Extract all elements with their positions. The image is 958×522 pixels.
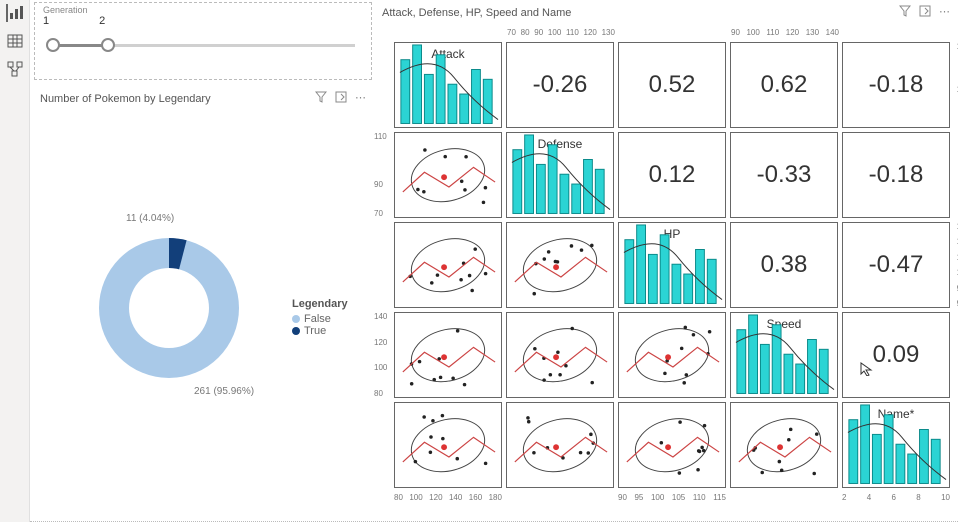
matrix-cell-4-2 — [618, 402, 726, 488]
focus-mode-icon[interactable] — [335, 91, 347, 106]
view-rail — [0, 0, 30, 522]
scatter-matrix-grid: 708090100110120130 90100110120130140 Att… — [394, 42, 950, 488]
matrix-cell-0-1: -0.26 — [506, 42, 614, 128]
scatter-matrix-tile[interactable]: Attack, Defense, HP, Speed and Name ⋯ 70… — [376, 2, 956, 512]
corr-Speed-Name*: 0.09 — [873, 341, 920, 369]
matrix-cell-3-3: Speed — [730, 312, 838, 398]
donut-legend: Legendary False True — [292, 298, 348, 337]
corr-Attack-Name*: -0.18 — [869, 71, 924, 99]
donut-title: Number of Pokemon by Legendary — [40, 93, 211, 105]
matrix-cell-2-0 — [394, 222, 502, 308]
matrix-cell-3-1 — [506, 312, 614, 398]
matrix-title: Attack, Defense, HP, Speed and Name — [382, 7, 571, 19]
corr-HP-Speed: 0.38 — [761, 251, 808, 279]
corr-Attack-Defense: -0.26 — [533, 71, 588, 99]
filter-icon[interactable] — [315, 91, 327, 106]
slicer-max-value: 2 — [99, 15, 105, 27]
slicer-range-track[interactable] — [43, 35, 363, 55]
corr-Defense-Speed: -0.33 — [757, 161, 812, 189]
legend-item-true: True — [292, 325, 348, 337]
legend-item-false: False — [292, 313, 348, 325]
slicer-field-label: Generation — [35, 3, 371, 15]
matrix-cell-2-3: 0.38 — [730, 222, 838, 308]
matrix-cell-1-3: -0.33 — [730, 132, 838, 218]
matrix-cell-1-0 — [394, 132, 502, 218]
more-options-icon[interactable]: ⋯ — [939, 5, 950, 20]
more-options-icon[interactable]: ⋯ — [355, 91, 366, 106]
callout-false: 261 (95.96%) — [194, 386, 254, 397]
matrix-cell-2-4: -0.47 — [842, 222, 950, 308]
matrix-cell-3-2 — [618, 312, 726, 398]
matrix-cell-3-0 — [394, 312, 502, 398]
matrix-cell-4-0 — [394, 402, 502, 488]
data-view-icon[interactable] — [6, 32, 24, 50]
corr-Attack-Speed: 0.62 — [761, 71, 808, 99]
report-view-icon[interactable] — [6, 4, 24, 22]
donut-tile[interactable]: Number of Pokemon by Legendary ⋯ 11 (4.0… — [34, 88, 372, 498]
corr-Defense-HP: 0.12 — [649, 161, 696, 189]
model-view-icon[interactable] — [6, 60, 24, 78]
matrix-cell-2-2: HP — [618, 222, 726, 308]
slicer-min-value: 1 — [43, 15, 49, 27]
matrix-cell-0-3: 0.62 — [730, 42, 838, 128]
legend-title: Legendary — [292, 298, 348, 310]
corr-Attack-HP: 0.52 — [649, 71, 696, 99]
matrix-cell-0-4: -0.18 — [842, 42, 950, 128]
slicer-handle-min[interactable] — [46, 38, 60, 52]
callout-true: 11 (4.04%) — [126, 213, 174, 224]
matrix-cell-4-3 — [730, 402, 838, 488]
corr-Defense-Name*: -0.18 — [869, 161, 924, 189]
filter-icon[interactable] — [899, 5, 911, 20]
matrix-cell-2-1 — [506, 222, 614, 308]
matrix-cell-4-4: Name* — [842, 402, 950, 488]
matrix-cell-4-1 — [506, 402, 614, 488]
slicer-generation[interactable]: Generation 1 2 — [34, 2, 372, 80]
matrix-cell-0-2: 0.52 — [618, 42, 726, 128]
matrix-cell-0-0: Attack — [394, 42, 502, 128]
matrix-cell-1-4: -0.18 — [842, 132, 950, 218]
focus-mode-icon[interactable] — [919, 5, 931, 20]
matrix-cell-1-1: Defense — [506, 132, 614, 218]
mouse-cursor-icon — [860, 362, 874, 376]
slicer-handle-max[interactable] — [101, 38, 115, 52]
corr-HP-Name*: -0.47 — [869, 251, 924, 279]
matrix-cell-1-2: 0.12 — [618, 132, 726, 218]
matrix-cell-3-4: 0.09 — [842, 312, 950, 398]
report-canvas: Generation 1 2 Number of Pokemon by Lege… — [30, 0, 958, 522]
